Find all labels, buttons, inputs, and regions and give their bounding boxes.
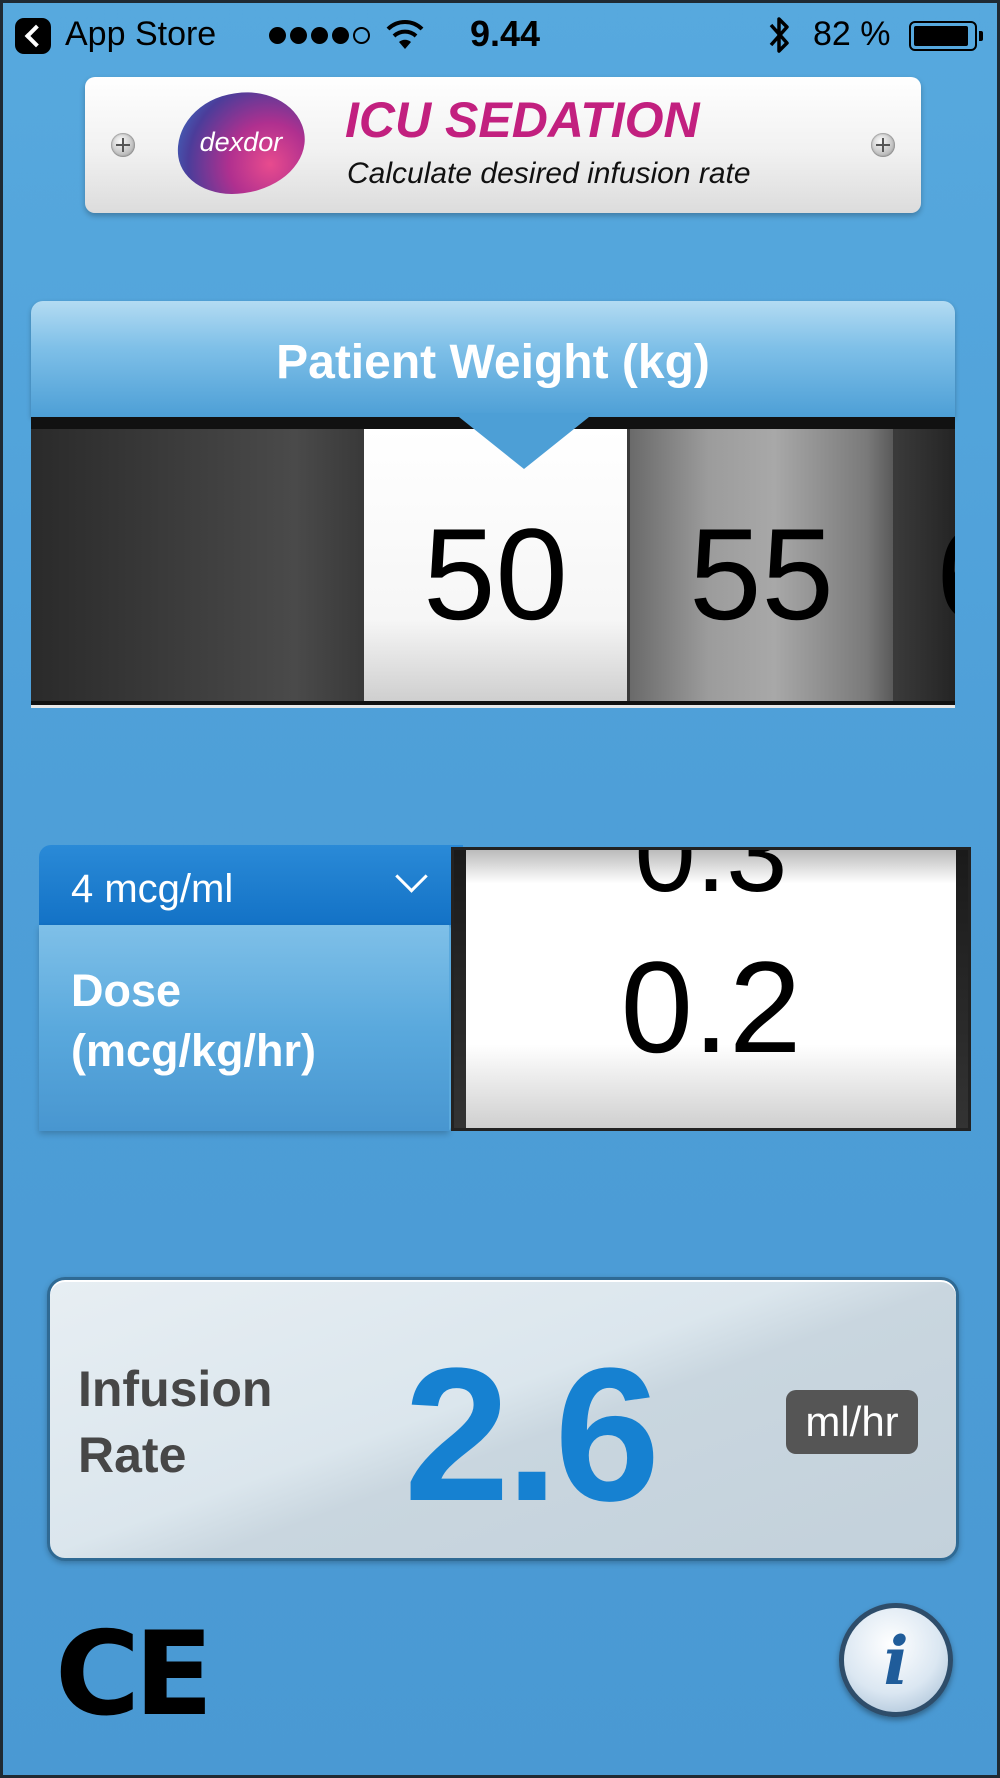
infusion-rate-label-2: Rate	[78, 1427, 187, 1483]
dose-label: Dose	[71, 965, 182, 1016]
weight-option[interactable]	[31, 429, 361, 701]
weight-value: 6	[936, 509, 955, 639]
screw-icon	[871, 133, 895, 157]
chevron-down-icon	[395, 860, 428, 893]
dose-option-previous[interactable]: 0.3	[466, 850, 956, 917]
patient-weight-label: Patient Weight (kg)	[276, 336, 710, 389]
bluetooth-icon	[769, 17, 789, 53]
app-title: ICU SEDATION	[345, 92, 700, 148]
weight-value: 50	[423, 501, 568, 647]
battery-percent: 82 %	[813, 15, 891, 53]
weight-option[interactable]: 6	[893, 429, 955, 701]
dose-label-panel: Dose (mcg/kg/hr)	[39, 925, 507, 1131]
ce-mark-icon: CE	[55, 1607, 213, 1742]
info-icon: i	[883, 1622, 909, 1700]
patient-weight-header: Patient Weight (kg)	[31, 301, 955, 469]
concentration-dropdown[interactable]: 4 mcg/ml	[39, 845, 463, 925]
info-button[interactable]: i	[839, 1603, 953, 1717]
infusion-rate-label: Infusion	[78, 1361, 273, 1417]
concentration-value: 4 mcg/ml	[71, 867, 234, 911]
weight-option-selected[interactable]: 50	[361, 429, 627, 701]
selection-pointer-icon	[454, 413, 594, 469]
logo-text: dexdor	[199, 127, 283, 158]
dexdor-logo: dexdor	[170, 84, 312, 202]
weight-option[interactable]: 55	[627, 429, 893, 701]
status-bar: App Store 9.44 82 %	[3, 3, 997, 67]
app-subtitle: Calculate desired infusion rate	[347, 157, 751, 190]
infusion-rate-panel: Infusion Rate 2.6 ml/hr	[47, 1277, 959, 1561]
header-banner: dexdor ICU SEDATION Calculate desired in…	[85, 77, 921, 213]
dose-option-selected[interactable]: 0.2	[466, 932, 956, 1082]
dose-unit-label: (mcg/kg/hr)	[71, 1025, 317, 1076]
weight-value: 55	[689, 501, 834, 647]
dose-picker[interactable]: 0.3 0.2	[451, 847, 971, 1131]
battery-icon	[909, 21, 983, 51]
infusion-rate-unit: ml/hr	[786, 1390, 918, 1454]
infusion-rate-value: 2.6	[404, 1329, 660, 1541]
screw-icon	[111, 133, 135, 157]
